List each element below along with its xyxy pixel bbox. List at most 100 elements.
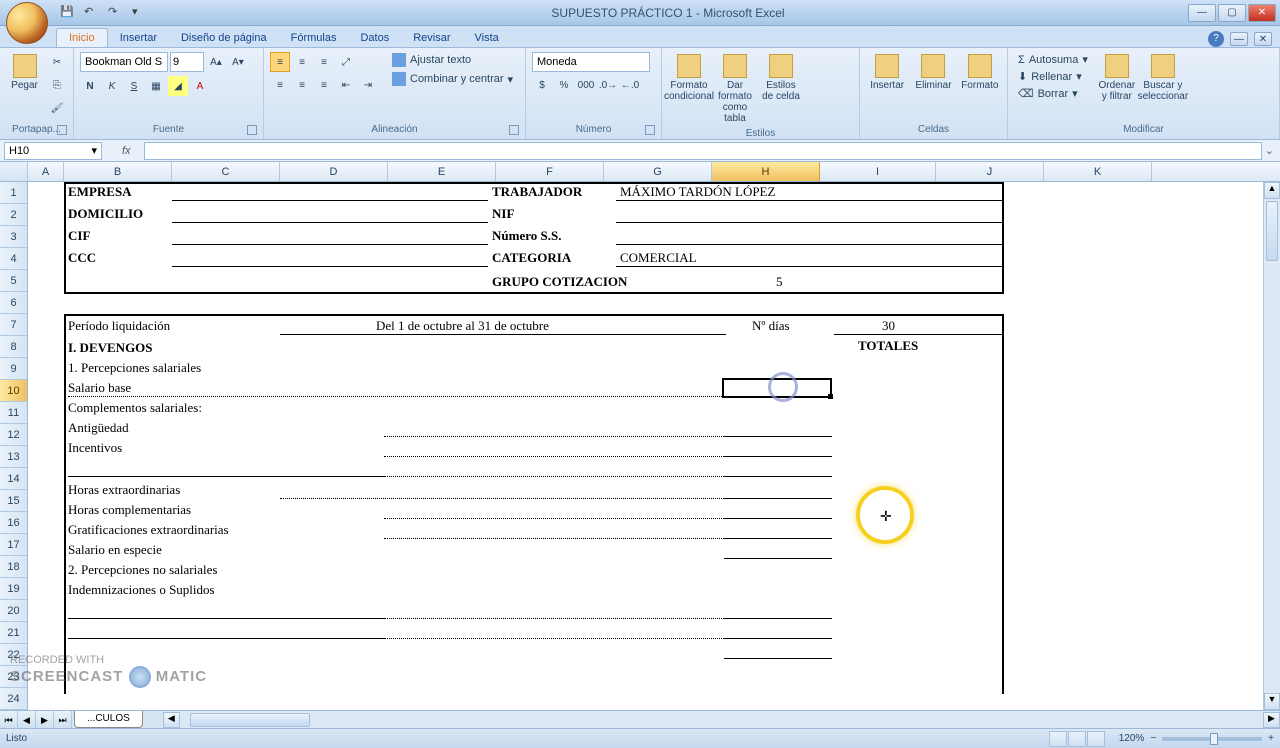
row-header-16[interactable]: 16	[0, 512, 27, 534]
row-header-10[interactable]: 10	[0, 380, 27, 402]
paste-button[interactable]: Pegar	[6, 52, 43, 93]
orientation-icon[interactable]: ⤢	[336, 52, 356, 72]
fill-color-icon[interactable]: ◢	[168, 76, 188, 96]
formula-bar[interactable]	[144, 142, 1262, 160]
worksheet-grid[interactable]: EMPRESA TRABAJADOR MÁXIMO TARDÓN LÓPEZ D…	[28, 182, 1263, 710]
column-header-F[interactable]: F	[496, 162, 604, 181]
row-header-3[interactable]: 3	[0, 226, 27, 248]
column-header-C[interactable]: C	[172, 162, 280, 181]
comma-icon[interactable]: 000	[576, 75, 596, 95]
tab-formulas[interactable]: Fórmulas	[279, 29, 349, 47]
zoom-out-icon[interactable]: −	[1150, 733, 1156, 744]
row-header-24[interactable]: 24	[0, 688, 27, 710]
format-painter-icon[interactable]: 🖌	[47, 98, 67, 118]
row-header-8[interactable]: 8	[0, 336, 27, 358]
tab-vista[interactable]: Vista	[463, 29, 511, 47]
font-name-combo[interactable]	[80, 52, 168, 72]
row-header-14[interactable]: 14	[0, 468, 27, 490]
number-dialog-icon[interactable]	[645, 125, 655, 135]
column-header-E[interactable]: E	[388, 162, 496, 181]
row-header-2[interactable]: 2	[0, 204, 27, 226]
tab-insertar[interactable]: Insertar	[108, 29, 169, 47]
accounting-icon[interactable]: $	[532, 75, 552, 95]
column-header-G[interactable]: G	[604, 162, 712, 181]
align-bottom-icon[interactable]: ≡	[314, 52, 334, 72]
row-header-9[interactable]: 9	[0, 358, 27, 380]
row-header-5[interactable]: 5	[0, 270, 27, 292]
tab-diseno[interactable]: Diseño de página	[169, 29, 279, 47]
undo-icon[interactable]: ↶	[84, 5, 100, 21]
tab-revisar[interactable]: Revisar	[401, 29, 462, 47]
vertical-scrollbar[interactable]: ▲ ▼	[1263, 182, 1280, 710]
sort-filter-button[interactable]: Ordenar y filtrar	[1096, 52, 1138, 104]
scroll-down-icon[interactable]: ▼	[1264, 693, 1280, 710]
column-header-A[interactable]: A	[28, 162, 64, 181]
minimize-button[interactable]: —	[1188, 4, 1216, 22]
increase-decimal-icon[interactable]: .0→	[598, 75, 618, 95]
view-pagebreak-icon[interactable]	[1087, 731, 1105, 747]
close-button[interactable]: ✕	[1248, 4, 1276, 22]
cut-icon[interactable]: ✂	[47, 52, 67, 72]
shrink-font-icon[interactable]: A▾	[228, 52, 248, 72]
row-header-13[interactable]: 13	[0, 446, 27, 468]
delete-cells-button[interactable]: Eliminar	[912, 52, 954, 93]
maximize-button[interactable]: ▢	[1218, 4, 1246, 22]
zoom-level[interactable]: 120%	[1119, 733, 1145, 744]
minimize-ribbon-button[interactable]: —	[1230, 32, 1248, 46]
decrease-decimal-icon[interactable]: ←.0	[620, 75, 640, 95]
column-header-K[interactable]: K	[1044, 162, 1152, 181]
close-workbook-button[interactable]: ✕	[1254, 32, 1272, 46]
underline-button[interactable]: S	[124, 76, 144, 96]
alignment-dialog-icon[interactable]	[509, 125, 519, 135]
format-as-table-button[interactable]: Dar formato como tabla	[714, 52, 756, 126]
font-color-icon[interactable]: A	[190, 76, 210, 96]
align-center-icon[interactable]: ≡	[292, 75, 312, 95]
insert-cells-button[interactable]: Insertar	[866, 52, 908, 93]
column-header-D[interactable]: D	[280, 162, 388, 181]
align-middle-icon[interactable]: ≡	[292, 52, 312, 72]
font-dialog-icon[interactable]	[247, 125, 257, 135]
zoom-in-icon[interactable]: +	[1268, 733, 1274, 744]
column-header-I[interactable]: I	[820, 162, 936, 181]
conditional-format-button[interactable]: Formato condicional	[668, 52, 710, 104]
save-icon[interactable]: 💾	[60, 5, 76, 21]
row-header-15[interactable]: 15	[0, 490, 27, 512]
row-header-1[interactable]: 1	[0, 182, 27, 204]
office-button[interactable]	[6, 2, 48, 44]
select-all-corner[interactable]	[0, 162, 28, 181]
name-box[interactable]: H10▾	[4, 142, 102, 160]
fill-button[interactable]: ⬇ Rellenar ▾	[1014, 69, 1092, 84]
italic-button[interactable]: K	[102, 76, 122, 96]
decrease-indent-icon[interactable]: ⇤	[336, 75, 356, 95]
row-header-19[interactable]: 19	[0, 578, 27, 600]
view-layout-icon[interactable]	[1068, 731, 1086, 747]
row-header-6[interactable]: 6	[0, 292, 27, 314]
align-left-icon[interactable]: ≡	[270, 75, 290, 95]
clipboard-dialog-icon[interactable]	[57, 125, 67, 135]
row-header-4[interactable]: 4	[0, 248, 27, 270]
tab-inicio[interactable]: Inicio	[56, 28, 108, 47]
row-header-18[interactable]: 18	[0, 556, 27, 578]
font-size-combo[interactable]	[170, 52, 204, 72]
clear-button[interactable]: ⌫ Borrar ▾	[1014, 86, 1092, 101]
row-header-21[interactable]: 21	[0, 622, 27, 644]
row-header-17[interactable]: 17	[0, 534, 27, 556]
merge-center-button[interactable]: Combinar y centrar ▾	[388, 71, 517, 87]
format-cells-button[interactable]: Formato	[959, 52, 1001, 93]
fx-icon[interactable]: fx	[122, 145, 140, 157]
tab-datos[interactable]: Datos	[348, 29, 401, 47]
grow-font-icon[interactable]: A▴	[206, 52, 226, 72]
column-header-H[interactable]: H	[712, 162, 820, 181]
bold-button[interactable]: N	[80, 76, 100, 96]
autosum-button[interactable]: Σ Autosuma ▾	[1014, 52, 1092, 67]
row-header-11[interactable]: 11	[0, 402, 27, 424]
scroll-thumb[interactable]	[1266, 201, 1278, 261]
align-top-icon[interactable]: ≡	[270, 52, 290, 72]
border-icon[interactable]: ▦	[146, 76, 166, 96]
number-format-combo[interactable]	[532, 52, 650, 72]
row-header-7[interactable]: 7	[0, 314, 27, 336]
redo-icon[interactable]: ↷	[108, 5, 124, 21]
zoom-slider[interactable]	[1162, 737, 1262, 741]
scroll-up-icon[interactable]: ▲	[1264, 182, 1280, 199]
qat-more-icon[interactable]: ▾	[132, 5, 148, 21]
